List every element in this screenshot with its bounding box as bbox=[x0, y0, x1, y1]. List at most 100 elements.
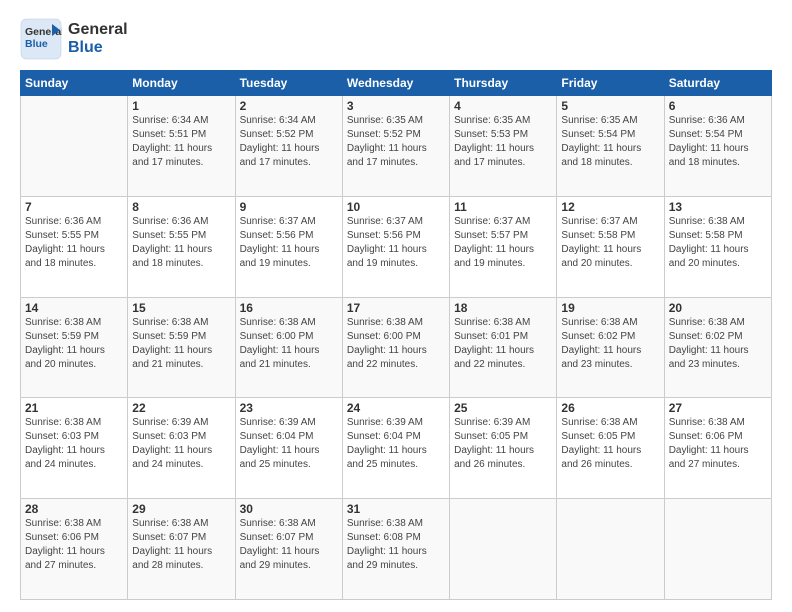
logo-text-general: General bbox=[68, 21, 128, 39]
day-info: Sunrise: 6:38 AM Sunset: 6:06 PM Dayligh… bbox=[669, 416, 767, 472]
calendar-cell: 19Sunrise: 6:38 AM Sunset: 6:02 PM Dayli… bbox=[557, 297, 664, 398]
day-number: 20 bbox=[669, 301, 767, 315]
calendar-cell: 22Sunrise: 6:39 AM Sunset: 6:03 PM Dayli… bbox=[128, 398, 235, 499]
calendar-cell: 4Sunrise: 6:35 AM Sunset: 5:53 PM Daylig… bbox=[450, 96, 557, 197]
calendar-cell: 23Sunrise: 6:39 AM Sunset: 6:04 PM Dayli… bbox=[235, 398, 342, 499]
calendar-cell: 8Sunrise: 6:36 AM Sunset: 5:55 PM Daylig… bbox=[128, 196, 235, 297]
calendar-header-sunday: Sunday bbox=[21, 71, 128, 96]
calendar-cell bbox=[664, 499, 771, 600]
day-number: 9 bbox=[240, 200, 338, 214]
day-number: 5 bbox=[561, 99, 659, 113]
day-number: 18 bbox=[454, 301, 552, 315]
calendar-header-thursday: Thursday bbox=[450, 71, 557, 96]
page: General Blue General Blue SundayMondayTu… bbox=[0, 0, 792, 612]
day-info: Sunrise: 6:38 AM Sunset: 5:59 PM Dayligh… bbox=[25, 316, 123, 372]
calendar-cell: 1Sunrise: 6:34 AM Sunset: 5:51 PM Daylig… bbox=[128, 96, 235, 197]
day-info: Sunrise: 6:38 AM Sunset: 6:01 PM Dayligh… bbox=[454, 316, 552, 372]
calendar-cell: 2Sunrise: 6:34 AM Sunset: 5:52 PM Daylig… bbox=[235, 96, 342, 197]
calendar-cell: 24Sunrise: 6:39 AM Sunset: 6:04 PM Dayli… bbox=[342, 398, 449, 499]
calendar-header-saturday: Saturday bbox=[664, 71, 771, 96]
logo-text-blue: Blue bbox=[68, 39, 128, 57]
calendar-cell bbox=[557, 499, 664, 600]
day-number: 21 bbox=[25, 401, 123, 415]
calendar-header-tuesday: Tuesday bbox=[235, 71, 342, 96]
calendar-cell: 27Sunrise: 6:38 AM Sunset: 6:06 PM Dayli… bbox=[664, 398, 771, 499]
day-info: Sunrise: 6:39 AM Sunset: 6:04 PM Dayligh… bbox=[347, 416, 445, 472]
day-info: Sunrise: 6:38 AM Sunset: 6:00 PM Dayligh… bbox=[347, 316, 445, 372]
day-number: 27 bbox=[669, 401, 767, 415]
logo: General Blue General Blue bbox=[20, 18, 128, 60]
day-info: Sunrise: 6:38 AM Sunset: 6:07 PM Dayligh… bbox=[240, 517, 338, 573]
day-info: Sunrise: 6:39 AM Sunset: 6:03 PM Dayligh… bbox=[132, 416, 230, 472]
day-info: Sunrise: 6:39 AM Sunset: 6:04 PM Dayligh… bbox=[240, 416, 338, 472]
day-info: Sunrise: 6:39 AM Sunset: 6:05 PM Dayligh… bbox=[454, 416, 552, 472]
logo-svg: General Blue bbox=[20, 18, 62, 60]
day-number: 10 bbox=[347, 200, 445, 214]
day-number: 13 bbox=[669, 200, 767, 214]
calendar-cell: 14Sunrise: 6:38 AM Sunset: 5:59 PM Dayli… bbox=[21, 297, 128, 398]
day-number: 2 bbox=[240, 99, 338, 113]
calendar-header-friday: Friday bbox=[557, 71, 664, 96]
calendar: SundayMondayTuesdayWednesdayThursdayFrid… bbox=[20, 70, 772, 600]
day-number: 30 bbox=[240, 502, 338, 516]
calendar-cell: 31Sunrise: 6:38 AM Sunset: 6:08 PM Dayli… bbox=[342, 499, 449, 600]
day-number: 19 bbox=[561, 301, 659, 315]
calendar-cell bbox=[21, 96, 128, 197]
day-info: Sunrise: 6:37 AM Sunset: 5:56 PM Dayligh… bbox=[347, 215, 445, 271]
day-number: 16 bbox=[240, 301, 338, 315]
day-number: 11 bbox=[454, 200, 552, 214]
day-info: Sunrise: 6:37 AM Sunset: 5:57 PM Dayligh… bbox=[454, 215, 552, 271]
day-number: 22 bbox=[132, 401, 230, 415]
day-info: Sunrise: 6:37 AM Sunset: 5:58 PM Dayligh… bbox=[561, 215, 659, 271]
day-number: 17 bbox=[347, 301, 445, 315]
calendar-cell: 10Sunrise: 6:37 AM Sunset: 5:56 PM Dayli… bbox=[342, 196, 449, 297]
calendar-cell: 5Sunrise: 6:35 AM Sunset: 5:54 PM Daylig… bbox=[557, 96, 664, 197]
calendar-cell: 11Sunrise: 6:37 AM Sunset: 5:57 PM Dayli… bbox=[450, 196, 557, 297]
calendar-cell: 20Sunrise: 6:38 AM Sunset: 6:02 PM Dayli… bbox=[664, 297, 771, 398]
day-number: 1 bbox=[132, 99, 230, 113]
calendar-cell: 13Sunrise: 6:38 AM Sunset: 5:58 PM Dayli… bbox=[664, 196, 771, 297]
day-info: Sunrise: 6:34 AM Sunset: 5:51 PM Dayligh… bbox=[132, 114, 230, 170]
day-info: Sunrise: 6:36 AM Sunset: 5:55 PM Dayligh… bbox=[132, 215, 230, 271]
day-number: 12 bbox=[561, 200, 659, 214]
calendar-header-monday: Monday bbox=[128, 71, 235, 96]
calendar-cell: 29Sunrise: 6:38 AM Sunset: 6:07 PM Dayli… bbox=[128, 499, 235, 600]
day-number: 23 bbox=[240, 401, 338, 415]
calendar-cell: 30Sunrise: 6:38 AM Sunset: 6:07 PM Dayli… bbox=[235, 499, 342, 600]
day-info: Sunrise: 6:38 AM Sunset: 6:00 PM Dayligh… bbox=[240, 316, 338, 372]
day-info: Sunrise: 6:38 AM Sunset: 6:05 PM Dayligh… bbox=[561, 416, 659, 472]
day-info: Sunrise: 6:35 AM Sunset: 5:54 PM Dayligh… bbox=[561, 114, 659, 170]
day-number: 29 bbox=[132, 502, 230, 516]
calendar-cell: 18Sunrise: 6:38 AM Sunset: 6:01 PM Dayli… bbox=[450, 297, 557, 398]
calendar-cell: 7Sunrise: 6:36 AM Sunset: 5:55 PM Daylig… bbox=[21, 196, 128, 297]
calendar-cell: 12Sunrise: 6:37 AM Sunset: 5:58 PM Dayli… bbox=[557, 196, 664, 297]
calendar-cell: 26Sunrise: 6:38 AM Sunset: 6:05 PM Dayli… bbox=[557, 398, 664, 499]
day-number: 28 bbox=[25, 502, 123, 516]
calendar-cell: 28Sunrise: 6:38 AM Sunset: 6:06 PM Dayli… bbox=[21, 499, 128, 600]
calendar-cell: 16Sunrise: 6:38 AM Sunset: 6:00 PM Dayli… bbox=[235, 297, 342, 398]
day-number: 15 bbox=[132, 301, 230, 315]
day-number: 25 bbox=[454, 401, 552, 415]
day-info: Sunrise: 6:38 AM Sunset: 5:58 PM Dayligh… bbox=[669, 215, 767, 271]
day-number: 8 bbox=[132, 200, 230, 214]
day-number: 4 bbox=[454, 99, 552, 113]
day-info: Sunrise: 6:36 AM Sunset: 5:54 PM Dayligh… bbox=[669, 114, 767, 170]
day-number: 14 bbox=[25, 301, 123, 315]
calendar-cell: 25Sunrise: 6:39 AM Sunset: 6:05 PM Dayli… bbox=[450, 398, 557, 499]
day-number: 6 bbox=[669, 99, 767, 113]
calendar-cell bbox=[450, 499, 557, 600]
day-number: 26 bbox=[561, 401, 659, 415]
day-info: Sunrise: 6:38 AM Sunset: 6:06 PM Dayligh… bbox=[25, 517, 123, 573]
day-info: Sunrise: 6:34 AM Sunset: 5:52 PM Dayligh… bbox=[240, 114, 338, 170]
calendar-cell: 17Sunrise: 6:38 AM Sunset: 6:00 PM Dayli… bbox=[342, 297, 449, 398]
day-info: Sunrise: 6:35 AM Sunset: 5:52 PM Dayligh… bbox=[347, 114, 445, 170]
svg-text:Blue: Blue bbox=[25, 38, 48, 50]
day-info: Sunrise: 6:38 AM Sunset: 5:59 PM Dayligh… bbox=[132, 316, 230, 372]
calendar-header-wednesday: Wednesday bbox=[342, 71, 449, 96]
day-number: 24 bbox=[347, 401, 445, 415]
calendar-cell: 15Sunrise: 6:38 AM Sunset: 5:59 PM Dayli… bbox=[128, 297, 235, 398]
calendar-cell: 6Sunrise: 6:36 AM Sunset: 5:54 PM Daylig… bbox=[664, 96, 771, 197]
day-number: 31 bbox=[347, 502, 445, 516]
calendar-cell: 3Sunrise: 6:35 AM Sunset: 5:52 PM Daylig… bbox=[342, 96, 449, 197]
day-info: Sunrise: 6:35 AM Sunset: 5:53 PM Dayligh… bbox=[454, 114, 552, 170]
